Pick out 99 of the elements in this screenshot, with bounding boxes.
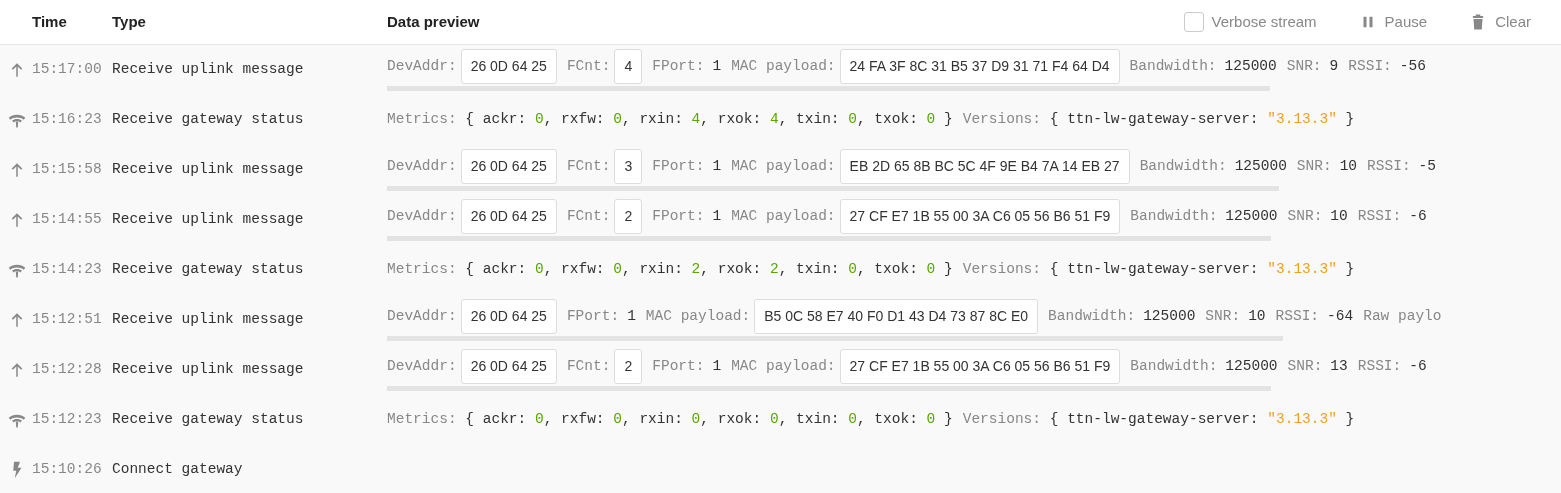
field-value: 26 0D 64 25 bbox=[460, 49, 557, 84]
field-label: FPort: bbox=[652, 156, 705, 176]
field-label: FCnt: bbox=[566, 356, 611, 376]
field-value: EB 2D 65 8B BC 5C 4F 9E B4 7A 14 EB 27 bbox=[839, 149, 1130, 184]
field-value: 1 bbox=[712, 156, 722, 176]
versions-text: Versions: { ttn-lw-gateway-server: "3.13.3" } bbox=[962, 410, 1355, 430]
field-label: DevAddr: bbox=[387, 56, 457, 76]
field-label: SNR: bbox=[1287, 356, 1323, 376]
versions-text: Versions: { ttn-lw-gateway-server: "3.13.3" } bbox=[962, 110, 1355, 130]
field-value: 27 CF E7 1B 55 00 3A C6 05 56 B6 51 F9 bbox=[839, 199, 1121, 234]
event-time: 15:12:23 bbox=[32, 410, 102, 430]
field-value: 10 bbox=[1330, 206, 1348, 226]
field-value: -6 bbox=[1409, 206, 1427, 226]
field-label: FPort: bbox=[652, 206, 705, 226]
field-label: DevAddr: bbox=[387, 206, 457, 226]
field-label: FPort: bbox=[652, 56, 705, 76]
event-time: 15:17:00 bbox=[32, 60, 102, 80]
field-label: FCnt: bbox=[566, 156, 611, 176]
field-value: 9 bbox=[1329, 56, 1339, 76]
event-time: 15:10:26 bbox=[32, 460, 102, 480]
field-label: RSSI: bbox=[1357, 356, 1402, 376]
metrics-text: Metrics: { ackr: 0, rxfw: 0, rxin: 2, rxok: 2, txin: 0, txok: 0 } bbox=[387, 260, 953, 280]
field-value: 2 bbox=[614, 199, 643, 234]
field-label: SNR: bbox=[1286, 56, 1322, 76]
event-time: 15:16:23 bbox=[32, 110, 102, 130]
field-value: 26 0D 64 25 bbox=[460, 199, 557, 234]
field-value: 125000 bbox=[1225, 356, 1278, 376]
event-type: Receive gateway status bbox=[112, 261, 304, 278]
field-label: Bandwidth: bbox=[1139, 156, 1227, 176]
field-label: Raw paylo bbox=[1363, 306, 1442, 326]
metrics-text: Metrics: { ackr: 0, rxfw: 0, rxin: 4, rxok: 4, txin: 0, txok: 0 } bbox=[387, 110, 953, 130]
field-label: FPort: bbox=[652, 356, 705, 376]
event-time: 15:12:28 bbox=[32, 360, 102, 380]
field-value: 125000 bbox=[1234, 156, 1287, 176]
field-value: 3 bbox=[614, 149, 643, 184]
field-label: Bandwidth: bbox=[1048, 306, 1136, 326]
field-label: MAC payload: bbox=[731, 356, 836, 376]
field-value: -56 bbox=[1399, 56, 1426, 76]
field-value: B5 0C 58 E7 40 F0 D1 43 D4 73 87 8C E0 bbox=[754, 299, 1039, 334]
field-value: -64 bbox=[1327, 306, 1354, 326]
event-type: Receive uplink message bbox=[112, 211, 304, 228]
field-label: MAC payload: bbox=[731, 56, 836, 76]
event-time: 15:15:58 bbox=[32, 160, 102, 180]
field-value: 27 CF E7 1B 55 00 3A C6 05 56 B6 51 F9 bbox=[839, 349, 1121, 384]
field-label: SNR: bbox=[1205, 306, 1241, 326]
event-time: 15:14:55 bbox=[32, 210, 102, 230]
field-value: 13 bbox=[1330, 356, 1348, 376]
event-time: 15:14:23 bbox=[32, 260, 102, 280]
field-value: 4 bbox=[614, 49, 643, 84]
field-value: 10 bbox=[1248, 306, 1266, 326]
field-label: Bandwidth: bbox=[1130, 206, 1218, 226]
field-label: DevAddr: bbox=[387, 306, 457, 326]
field-label: MAC payload: bbox=[645, 306, 751, 326]
field-value: 26 0D 64 25 bbox=[460, 349, 557, 384]
field-value: 24 FA 3F 8C 31 B5 37 D9 31 71 F4 64 D4 bbox=[839, 49, 1120, 84]
field-label: DevAddr: bbox=[387, 356, 457, 376]
type-column-header: Type bbox=[112, 13, 146, 30]
field-label: RSSI: bbox=[1348, 56, 1392, 76]
field-value: 125000 bbox=[1225, 206, 1278, 226]
field-label: FCnt: bbox=[566, 56, 611, 76]
clear-button[interactable]: Clear bbox=[1469, 10, 1531, 34]
event-time: 15:12:51 bbox=[32, 310, 102, 330]
versions-text: Versions: { ttn-lw-gateway-server: "3.13.3" } bbox=[962, 260, 1355, 280]
field-value: 1 bbox=[627, 306, 636, 326]
event-type: Receive uplink message bbox=[112, 61, 304, 78]
field-label: RSSI: bbox=[1357, 206, 1402, 226]
event-type: Receive uplink message bbox=[112, 361, 304, 378]
event-type: Receive uplink message bbox=[112, 311, 304, 328]
pause-button[interactable]: Pause bbox=[1358, 10, 1428, 34]
field-label: MAC payload: bbox=[731, 156, 836, 176]
field-label: Bandwidth: bbox=[1130, 356, 1218, 376]
field-label: RSSI: bbox=[1367, 156, 1411, 176]
verbose-stream-checkbox[interactable]: Verbose stream bbox=[1183, 10, 1317, 34]
event-type: Receive gateway status bbox=[112, 111, 304, 128]
field-label: FPort: bbox=[566, 306, 620, 326]
field-value: 1 bbox=[712, 56, 722, 76]
field-label: DevAddr: bbox=[387, 156, 457, 176]
event-type: Receive gateway status bbox=[112, 411, 304, 428]
event-type: Receive uplink message bbox=[112, 161, 304, 178]
field-value: 26 0D 64 25 bbox=[460, 299, 557, 334]
field-label: Bandwidth: bbox=[1129, 56, 1217, 76]
data-preview-column-header: Data preview bbox=[387, 13, 480, 30]
metrics-text: Metrics: { ackr: 0, rxfw: 0, rxin: 0, rxok: 0, txin: 0, txok: 0 } bbox=[387, 410, 953, 430]
event-type: Connect gateway bbox=[112, 461, 243, 478]
field-label: SNR: bbox=[1287, 206, 1323, 226]
field-value: 125000 bbox=[1143, 306, 1196, 326]
field-value: 2 bbox=[614, 349, 643, 384]
field-value: -5 bbox=[1418, 156, 1436, 176]
field-value: 1 bbox=[712, 206, 722, 226]
field-label: SNR: bbox=[1296, 156, 1332, 176]
field-label: RSSI: bbox=[1275, 306, 1320, 326]
field-value: 1 bbox=[712, 356, 722, 376]
field-value: 26 0D 64 25 bbox=[460, 149, 557, 184]
field-value: 125000 bbox=[1224, 56, 1277, 76]
field-label: FCnt: bbox=[566, 206, 611, 226]
field-value: 10 bbox=[1339, 156, 1358, 176]
time-column-header: Time bbox=[32, 13, 67, 30]
field-value: -6 bbox=[1409, 356, 1427, 376]
field-label: MAC payload: bbox=[731, 206, 836, 226]
